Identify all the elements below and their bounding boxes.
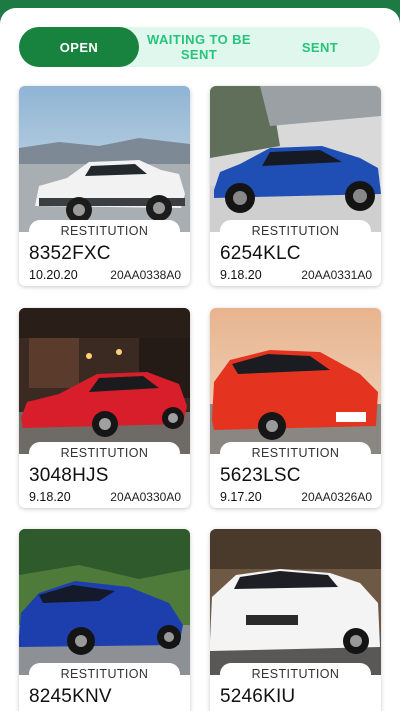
reference-code: 20AA0326A0 xyxy=(301,490,372,504)
tab-open[interactable]: OPEN xyxy=(19,27,139,67)
main-sheet: OPEN WAITING TO BE SENT SENT RESTITUTION… xyxy=(0,8,400,711)
license-plate: 8352FXC xyxy=(29,243,111,264)
tab-sent[interactable]: SENT xyxy=(265,27,375,67)
reference-code: 20AA0331A0 xyxy=(301,268,372,282)
vehicle-card[interactable]: RESTITUTION 8245KNV xyxy=(19,529,190,711)
status-badge: RESTITUTION xyxy=(29,663,180,685)
vehicle-card[interactable]: RESTITUTION 6254KLC 9.18.20 20AA0331A0 xyxy=(210,86,381,286)
license-plate: 8245KNV xyxy=(29,686,112,707)
vehicle-photo xyxy=(210,529,381,675)
reference-code: 20AA0330A0 xyxy=(110,490,181,504)
license-plate: 5623LSC xyxy=(220,465,301,486)
reference-code: 20AA0338A0 xyxy=(110,268,181,282)
date-label: 9.17.20 xyxy=(220,490,262,504)
vehicle-photo xyxy=(210,86,381,232)
vehicle-photo xyxy=(19,529,190,675)
date-label: 9.18.20 xyxy=(220,268,262,282)
vehicle-photo xyxy=(19,308,190,454)
vehicle-card[interactable]: RESTITUTION 3048HJS 9.18.20 20AA0330A0 xyxy=(19,308,190,508)
status-badge: RESTITUTION xyxy=(29,442,180,464)
status-tabs: OPEN WAITING TO BE SENT SENT xyxy=(19,27,380,67)
vehicle-card[interactable]: RESTITUTION 5246KIU xyxy=(210,529,381,711)
license-plate: 5246KIU xyxy=(220,686,296,707)
license-plate: 3048HJS xyxy=(29,465,109,486)
status-badge: RESTITUTION xyxy=(29,220,180,242)
status-badge: RESTITUTION xyxy=(220,663,371,685)
vehicle-card[interactable]: RESTITUTION 5623LSC 9.17.20 20AA0326A0 xyxy=(210,308,381,508)
vehicle-card[interactable]: RESTITUTION 8352FXC 10.20.20 20AA0338A0 xyxy=(19,86,190,286)
date-label: 10.20.20 xyxy=(29,268,78,282)
license-plate: 6254KLC xyxy=(220,243,301,264)
vehicle-photo xyxy=(210,308,381,454)
date-label: 9.18.20 xyxy=(29,490,71,504)
status-badge: RESTITUTION xyxy=(220,220,371,242)
tab-waiting-to-be-sent[interactable]: WAITING TO BE SENT xyxy=(143,27,255,67)
vehicle-photo xyxy=(19,86,190,232)
status-badge: RESTITUTION xyxy=(220,442,371,464)
